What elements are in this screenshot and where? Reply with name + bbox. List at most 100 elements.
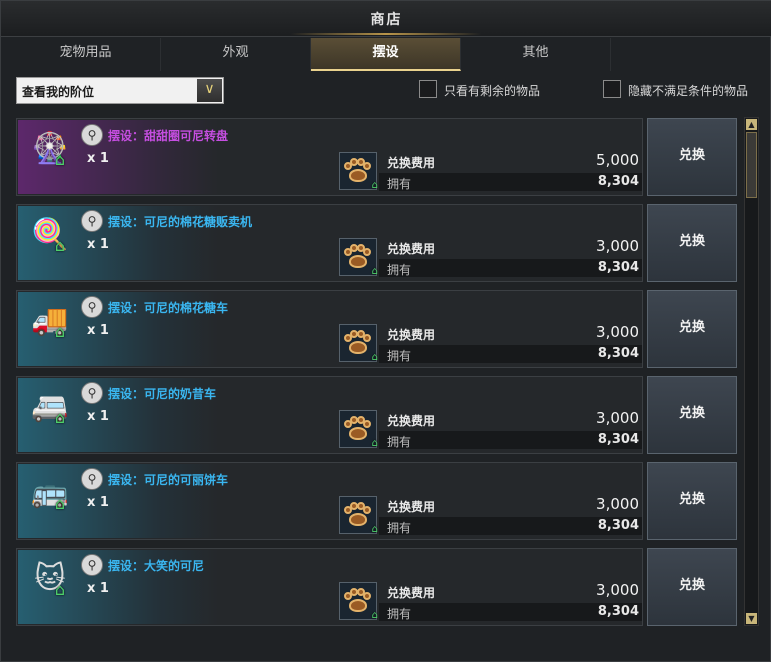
owned-label: 拥有 <box>387 263 412 277</box>
paw-coin-icon: ⌂ <box>339 152 378 191</box>
search-icon[interactable]: ⚲ <box>81 382 103 404</box>
owned-label: 拥有 <box>387 435 412 449</box>
cost-label: 兑换费用 <box>387 586 436 600</box>
owned-value: 8,304 <box>597 346 639 361</box>
tab-pet-supplies[interactable]: 宠物用品 <box>11 38 161 71</box>
window-title: 商店 <box>370 12 403 28</box>
cost-row: 兑换费用 3,000 <box>379 323 642 343</box>
cost-label: 兑换费用 <box>387 328 436 342</box>
scroll-thumb[interactable] <box>746 132 757 198</box>
tab-decorations[interactable]: 摆设 <box>311 38 461 71</box>
owned-row: 拥有 8,304 <box>379 517 642 535</box>
item-name: 摆设：可尼的棉花糖贩卖机 <box>108 215 253 229</box>
tab-other[interactable]: 其他 <box>461 38 611 71</box>
exchange-button[interactable]: 兑换 <box>647 376 737 454</box>
cost-value: 3,000 <box>596 495 639 513</box>
search-icon[interactable]: ⚲ <box>81 210 103 232</box>
item-name: 摆设：甜甜圈可尼转盘 <box>108 129 229 143</box>
shop-window: 商店 宠物用品 外观 摆设 其他 查看我的阶位 ∨ 只看有剩余的物品 隐藏不满足… <box>0 0 771 662</box>
cost-value: 3,000 <box>596 323 639 341</box>
owned-row: 拥有 8,304 <box>379 345 642 363</box>
title-ornament <box>291 33 481 35</box>
scroll-up-arrow-icon[interactable]: ▲ <box>746 119 757 130</box>
house-icon: ⌂ <box>371 352 378 363</box>
paw-coin-icon: ⌂ <box>339 496 378 535</box>
exchange-button[interactable]: 兑换 <box>647 204 737 282</box>
item-quantity: x 1 <box>87 409 109 424</box>
house-icon: ⌂ <box>371 266 378 277</box>
checkbox-label: 隐藏不满足条件的物品 <box>628 84 749 98</box>
search-icon[interactable]: ⚲ <box>81 124 103 146</box>
item-name: 摆设：可尼的棉花糖车 <box>108 301 229 315</box>
owned-row: 拥有 8,304 <box>379 259 642 277</box>
item-list: 🎡 ⌂ ⚲ 摆设：甜甜圈可尼转盘 x 1 ⌂ 兑换费用 5,000 拥有 8,3… <box>16 118 738 626</box>
house-icon: ⌂ <box>371 610 378 621</box>
shop-item-row: 🐱 ⌂ ⚲ 摆设：大笑的可尼 x 1 ⌂ 兑换费用 3,000 拥有 8,304… <box>16 548 738 626</box>
cost-label: 兑换费用 <box>387 414 436 428</box>
item-quantity: x 1 <box>87 581 109 596</box>
item-quantity: x 1 <box>87 151 109 166</box>
house-icon: ⌂ <box>371 438 378 449</box>
exchange-button[interactable]: 兑换 <box>647 462 737 540</box>
shop-item-row: 🚌 ⌂ ⚲ 摆设：可尼的可丽饼车 x 1 ⌂ 兑换费用 3,000 拥有 8,3… <box>16 462 738 540</box>
item-name: 摆设：可尼的奶昔车 <box>108 387 217 401</box>
search-icon[interactable]: ⚲ <box>81 296 103 318</box>
item-card: 🚌 ⌂ ⚲ 摆设：可尼的可丽饼车 x 1 ⌂ 兑换费用 3,000 拥有 8,3… <box>16 462 643 540</box>
item-quantity: x 1 <box>87 495 109 510</box>
house-icon: ⌂ <box>54 236 66 255</box>
cost-label: 兑换费用 <box>387 242 436 256</box>
item-card: 🎡 ⌂ ⚲ 摆设：甜甜圈可尼转盘 x 1 ⌂ 兑换费用 5,000 拥有 8,3… <box>16 118 643 196</box>
scroll-down-arrow-icon[interactable]: ▼ <box>746 613 757 624</box>
cost-value: 3,000 <box>596 409 639 427</box>
shop-item-row: 🎡 ⌂ ⚲ 摆设：甜甜圈可尼转盘 x 1 ⌂ 兑换费用 5,000 拥有 8,3… <box>16 118 738 196</box>
cost-value: 3,000 <box>596 581 639 599</box>
cost-value: 5,000 <box>596 151 639 169</box>
cost-row: 兑换费用 3,000 <box>379 237 642 257</box>
owned-value: 8,304 <box>597 432 639 447</box>
hide-unmet-checkbox[interactable]: 隐藏不满足条件的物品 <box>603 80 768 100</box>
owned-value: 8,304 <box>597 260 639 275</box>
chevron-down-icon[interactable]: ∨ <box>197 79 222 102</box>
rank-dropdown[interactable]: 查看我的阶位 ∨ <box>16 77 224 104</box>
checkbox-label: 只看有剩余的物品 <box>444 84 541 98</box>
house-icon: ⌂ <box>371 524 378 535</box>
scrollbar[interactable]: ▲ ▼ <box>744 117 759 626</box>
exchange-button[interactable]: 兑换 <box>647 118 737 196</box>
item-quantity: x 1 <box>87 323 109 338</box>
shop-item-row: 🍭 ⌂ ⚲ 摆设：可尼的棉花糖贩卖机 x 1 ⌂ 兑换费用 3,000 拥有 8… <box>16 204 738 282</box>
house-icon: ⌂ <box>54 580 66 599</box>
house-icon: ⌂ <box>54 322 66 341</box>
search-icon[interactable]: ⚲ <box>81 554 103 576</box>
owned-value: 8,304 <box>597 604 639 619</box>
cost-label: 兑换费用 <box>387 500 436 514</box>
shop-item-row: 🚚 ⌂ ⚲ 摆设：可尼的棉花糖车 x 1 ⌂ 兑换费用 3,000 拥有 8,3… <box>16 290 738 368</box>
owned-value: 8,304 <box>597 174 639 189</box>
checkbox-box[interactable] <box>419 80 437 98</box>
shop-item-row: 🚐 ⌂ ⚲ 摆设：可尼的奶昔车 x 1 ⌂ 兑换费用 3,000 拥有 8,30… <box>16 376 738 454</box>
owned-label: 拥有 <box>387 521 412 535</box>
checkbox-box[interactable] <box>603 80 621 98</box>
exchange-button[interactable]: 兑换 <box>647 290 737 368</box>
exchange-button[interactable]: 兑换 <box>647 548 737 626</box>
item-card: 🚚 ⌂ ⚲ 摆设：可尼的棉花糖车 x 1 ⌂ 兑换费用 3,000 拥有 8,3… <box>16 290 643 368</box>
dropdown-selected-value: 查看我的阶位 <box>22 85 95 99</box>
tab-bar: 宠物用品 外观 摆设 其他 <box>11 38 766 71</box>
house-icon: ⌂ <box>54 150 66 169</box>
paw-coin-icon: ⌂ <box>339 582 378 621</box>
owned-row: 拥有 8,304 <box>379 431 642 449</box>
cost-row: 兑换费用 3,000 <box>379 495 642 515</box>
search-icon[interactable]: ⚲ <box>81 468 103 490</box>
owned-label: 拥有 <box>387 607 412 621</box>
only-remaining-checkbox[interactable]: 只看有剩余的物品 <box>419 80 579 100</box>
tab-appearance[interactable]: 外观 <box>161 38 311 71</box>
owned-label: 拥有 <box>387 349 412 363</box>
item-card: 🚐 ⌂ ⚲ 摆设：可尼的奶昔车 x 1 ⌂ 兑换费用 3,000 拥有 8,30… <box>16 376 643 454</box>
cost-row: 兑换费用 3,000 <box>379 581 642 601</box>
item-name: 摆设：大笑的可尼 <box>108 559 205 573</box>
paw-coin-icon: ⌂ <box>339 238 378 277</box>
cost-label: 兑换费用 <box>387 156 436 170</box>
item-quantity: x 1 <box>87 237 109 252</box>
cost-value: 3,000 <box>596 237 639 255</box>
owned-row: 拥有 8,304 <box>379 173 642 191</box>
title-bar[interactable]: 商店 <box>1 1 771 37</box>
